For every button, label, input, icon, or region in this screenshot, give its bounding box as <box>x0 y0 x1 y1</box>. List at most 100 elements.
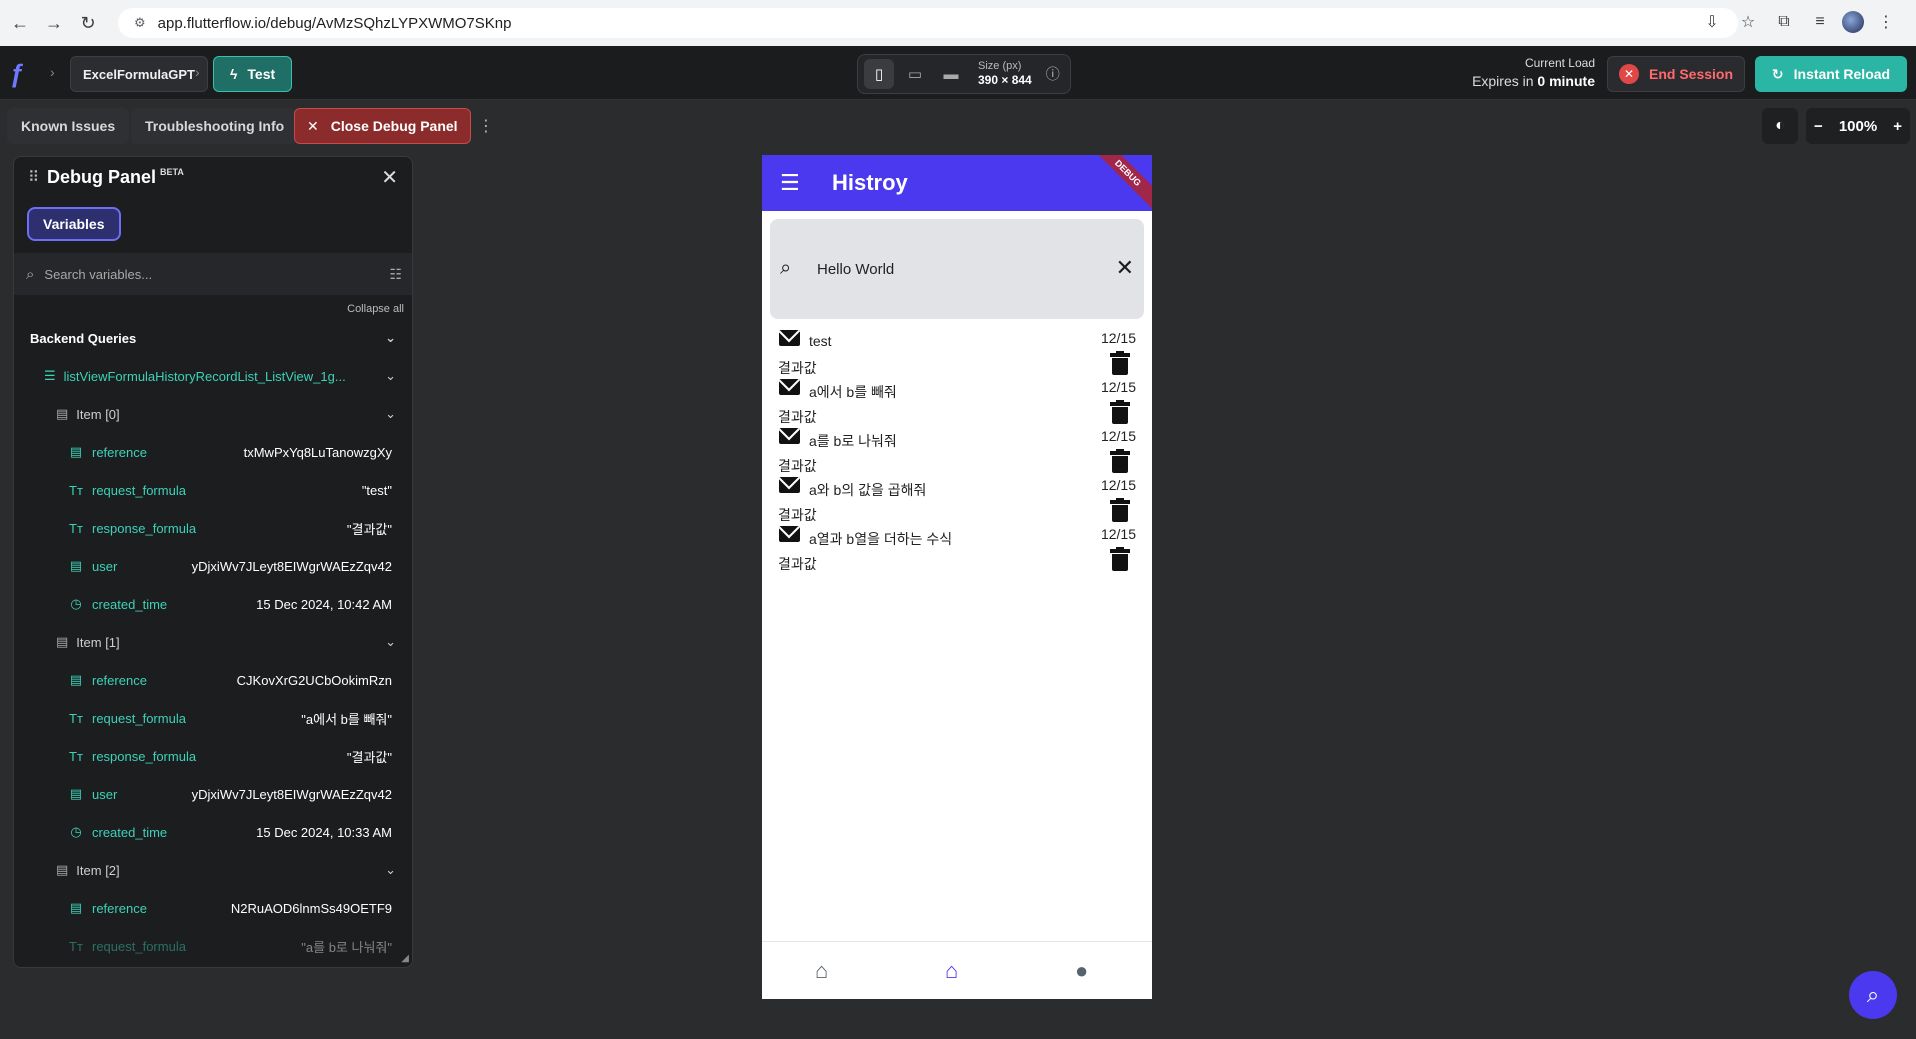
backend-queries-section[interactable]: Backend Queries ⌄ <box>14 319 412 357</box>
tree-item-1[interactable]: ▤ Item [1] ⌄ <box>14 623 412 661</box>
avatar[interactable] <box>1842 11 1864 33</box>
desktop-icon[interactable]: ▬ <box>936 59 966 89</box>
flutterflow-header: ƒ › ExcelFormulaGPT › ϟ Test ▯ ▭ ▬ Size … <box>0 46 1916 100</box>
field-row[interactable]: ▤ user yDjxiWv7JLeyt8EIWgrWAEzZqv42 <box>14 547 412 585</box>
list-variable[interactable]: ☰ listViewFormulaHistoryRecordList_ListV… <box>14 357 412 395</box>
chevron-down-icon[interactable]: ⌄ <box>385 406 396 422</box>
field-row[interactable]: ◷ created_time 15 Dec 2024, 10:33 AM <box>14 813 412 851</box>
star-icon[interactable]: ☆ <box>1734 8 1762 36</box>
delete-icon[interactable] <box>1110 400 1130 424</box>
tab-variables[interactable]: Variables <box>27 207 121 241</box>
search-icon: ⌕ <box>780 257 792 279</box>
project-name-chip[interactable]: ExcelFormulaGPT <box>70 56 208 92</box>
variable-search[interactable]: ⌕ Search variables... ☷ <box>14 253 412 295</box>
troubleshooting-button[interactable]: Troubleshooting Info <box>131 108 299 144</box>
install-icon[interactable]: ⇩ <box>1698 8 1726 36</box>
home-icon[interactable]: ⌂ <box>815 958 828 984</box>
list-item[interactable]: a를 b로 나눠줘 12/15 결과값 <box>762 428 1152 477</box>
search-icon[interactable]: ⌕ <box>1849 971 1897 1019</box>
test-mode-chip[interactable]: ϟ Test <box>213 56 293 92</box>
zoom-in-icon[interactable]: + <box>1893 118 1902 135</box>
variables-tree: Backend Queries ⌄ ☰ listViewFormulaHisto… <box>14 319 412 965</box>
field-row[interactable]: ▤ reference txMwPxYq8LuTanowzgXy <box>14 433 412 471</box>
search-input[interactable]: Search variables... <box>44 267 152 282</box>
filter-icon[interactable]: ☷ <box>389 266 402 283</box>
table-icon: ▤ <box>56 634 69 649</box>
size-info: Size (px) 390 × 844 <box>978 60 1032 88</box>
back-icon[interactable]: ← <box>4 7 36 39</box>
clear-icon[interactable]: ✕ <box>1116 255 1134 281</box>
mail-icon <box>779 477 800 493</box>
search-input[interactable]: Hello World <box>817 261 894 278</box>
field-row[interactable]: Tт request_formula "test" <box>14 471 412 509</box>
flutterflow-logo-icon[interactable]: ƒ <box>10 58 40 88</box>
home-icon[interactable]: ⌂ <box>945 958 958 984</box>
table-icon: ▤ <box>69 444 83 459</box>
field-row[interactable]: Tт request_formula "a에서 b를 빼줘" <box>14 699 412 737</box>
chevron-down-icon[interactable]: ⌄ <box>385 862 396 878</box>
field-row[interactable]: Tт response_formula "결과값" <box>14 509 412 547</box>
person-icon[interactable]: ● <box>1075 958 1088 984</box>
menu-icon[interactable]: ⋮ <box>1872 8 1900 36</box>
resize-handle-icon[interactable]: ◢ <box>401 953 409 964</box>
close-icon: ✕ <box>307 117 319 134</box>
list-item[interactable]: a와 b의 값을 곱해줘 12/15 결과값 <box>762 477 1152 526</box>
collapse-all-link[interactable]: Collapse all <box>347 303 404 315</box>
field-row[interactable]: ▤ reference CJKovXrG2UCbOokimRzn <box>14 661 412 699</box>
chevron-down-icon[interactable]: ⌄ <box>385 368 396 384</box>
drag-handle-icon[interactable]: ⠿ <box>28 168 39 186</box>
zoom-control: − 100% + <box>1806 108 1910 144</box>
delete-icon[interactable] <box>1110 351 1130 375</box>
field-row[interactable]: ▤ reference N2RuAOD6lnmSs49OETF9 <box>14 889 412 927</box>
reload-icon[interactable]: ↻ <box>72 7 104 39</box>
tree-item-2[interactable]: ▤ Item [2] ⌄ <box>14 851 412 889</box>
menu-icon[interactable]: ☰ <box>780 170 806 196</box>
app-bar: ☰ Histroy DEBUG <box>762 155 1152 215</box>
tree-item-0[interactable]: ▤ Item [0] ⌄ <box>14 395 412 433</box>
extensions-icon[interactable]: ⧉ <box>1770 8 1798 36</box>
bolt-icon: ϟ <box>230 66 238 82</box>
field-row[interactable]: ◷ created_time 15 Dec 2024, 10:42 AM <box>14 585 412 623</box>
field-row[interactable]: ▤ user yDjxiWv7JLeyt8EIWgrWAEzZqv42 <box>14 775 412 813</box>
chevron-down-icon[interactable]: ⌄ <box>385 634 396 650</box>
known-issues-button[interactable]: Known Issues <box>7 108 130 144</box>
close-icon[interactable]: ✕ <box>381 165 398 190</box>
media-icon[interactable]: ≡ <box>1806 8 1834 36</box>
list-item[interactable]: a에서 b를 빼줘 12/15 결과값 <box>762 379 1152 428</box>
text-icon: Tт <box>69 520 83 536</box>
field-row[interactable]: Tт request_formula "a를 b로 나눠줘" <box>14 927 412 965</box>
delete-icon[interactable] <box>1110 498 1130 522</box>
delete-icon[interactable] <box>1110 547 1130 571</box>
field-row[interactable]: Tт response_formula "결과값" <box>14 737 412 775</box>
dark-mode-icon[interactable]: ◐ <box>1762 108 1798 144</box>
debug-ribbon: DEBUG <box>1086 155 1152 215</box>
chevron-right-icon: › <box>50 64 55 80</box>
list-item[interactable]: a열과 b열을 더하는 수식 12/15 결과값 <box>762 526 1152 575</box>
info-icon[interactable]: ⓘ <box>1046 64 1060 84</box>
text-icon: Tт <box>69 748 83 764</box>
more-options-icon[interactable]: ⋮ <box>478 116 494 136</box>
tablet-icon[interactable]: ▭ <box>900 59 930 89</box>
search-bar[interactable]: ⌕ Hello World ✕ <box>770 219 1144 319</box>
phone-icon[interactable]: ▯ <box>864 59 894 89</box>
device-size-group: ▯ ▭ ▬ Size (px) 390 × 844 ⓘ <box>857 54 1071 94</box>
address-bar[interactable]: ⚙ app.flutterflow.io/debug/AvMzSQhzLYPXW… <box>118 8 1738 38</box>
reload-icon: ↻ <box>1771 65 1784 82</box>
debug-panel: ⠿ Debug Panel BETA ✕ Variables ⌕ Search … <box>13 156 413 968</box>
table-icon: ▤ <box>69 786 83 801</box>
end-session-button[interactable]: ✕ End Session <box>1607 56 1745 92</box>
mail-icon <box>779 330 800 346</box>
close-debug-panel-button[interactable]: ✕ Close Debug Panel <box>294 108 471 144</box>
phone-preview: ☰ Histroy DEBUG ⌕ Hello World ✕ test 12/… <box>762 155 1152 999</box>
chevron-down-icon[interactable]: ⌄ <box>385 330 396 346</box>
mail-icon <box>779 526 800 542</box>
mail-icon <box>779 379 800 395</box>
zoom-out-icon[interactable]: − <box>1814 118 1823 135</box>
delete-icon[interactable] <box>1110 449 1130 473</box>
instant-reload-button[interactable]: ↻ Instant Reload <box>1755 56 1907 92</box>
clock-icon: ◷ <box>70 596 82 611</box>
site-info-icon[interactable]: ⚙ <box>134 15 146 31</box>
table-icon: ▤ <box>56 406 69 421</box>
list-item[interactable]: test 12/15 결과값 <box>762 330 1152 379</box>
forward-icon[interactable]: → <box>38 7 70 39</box>
